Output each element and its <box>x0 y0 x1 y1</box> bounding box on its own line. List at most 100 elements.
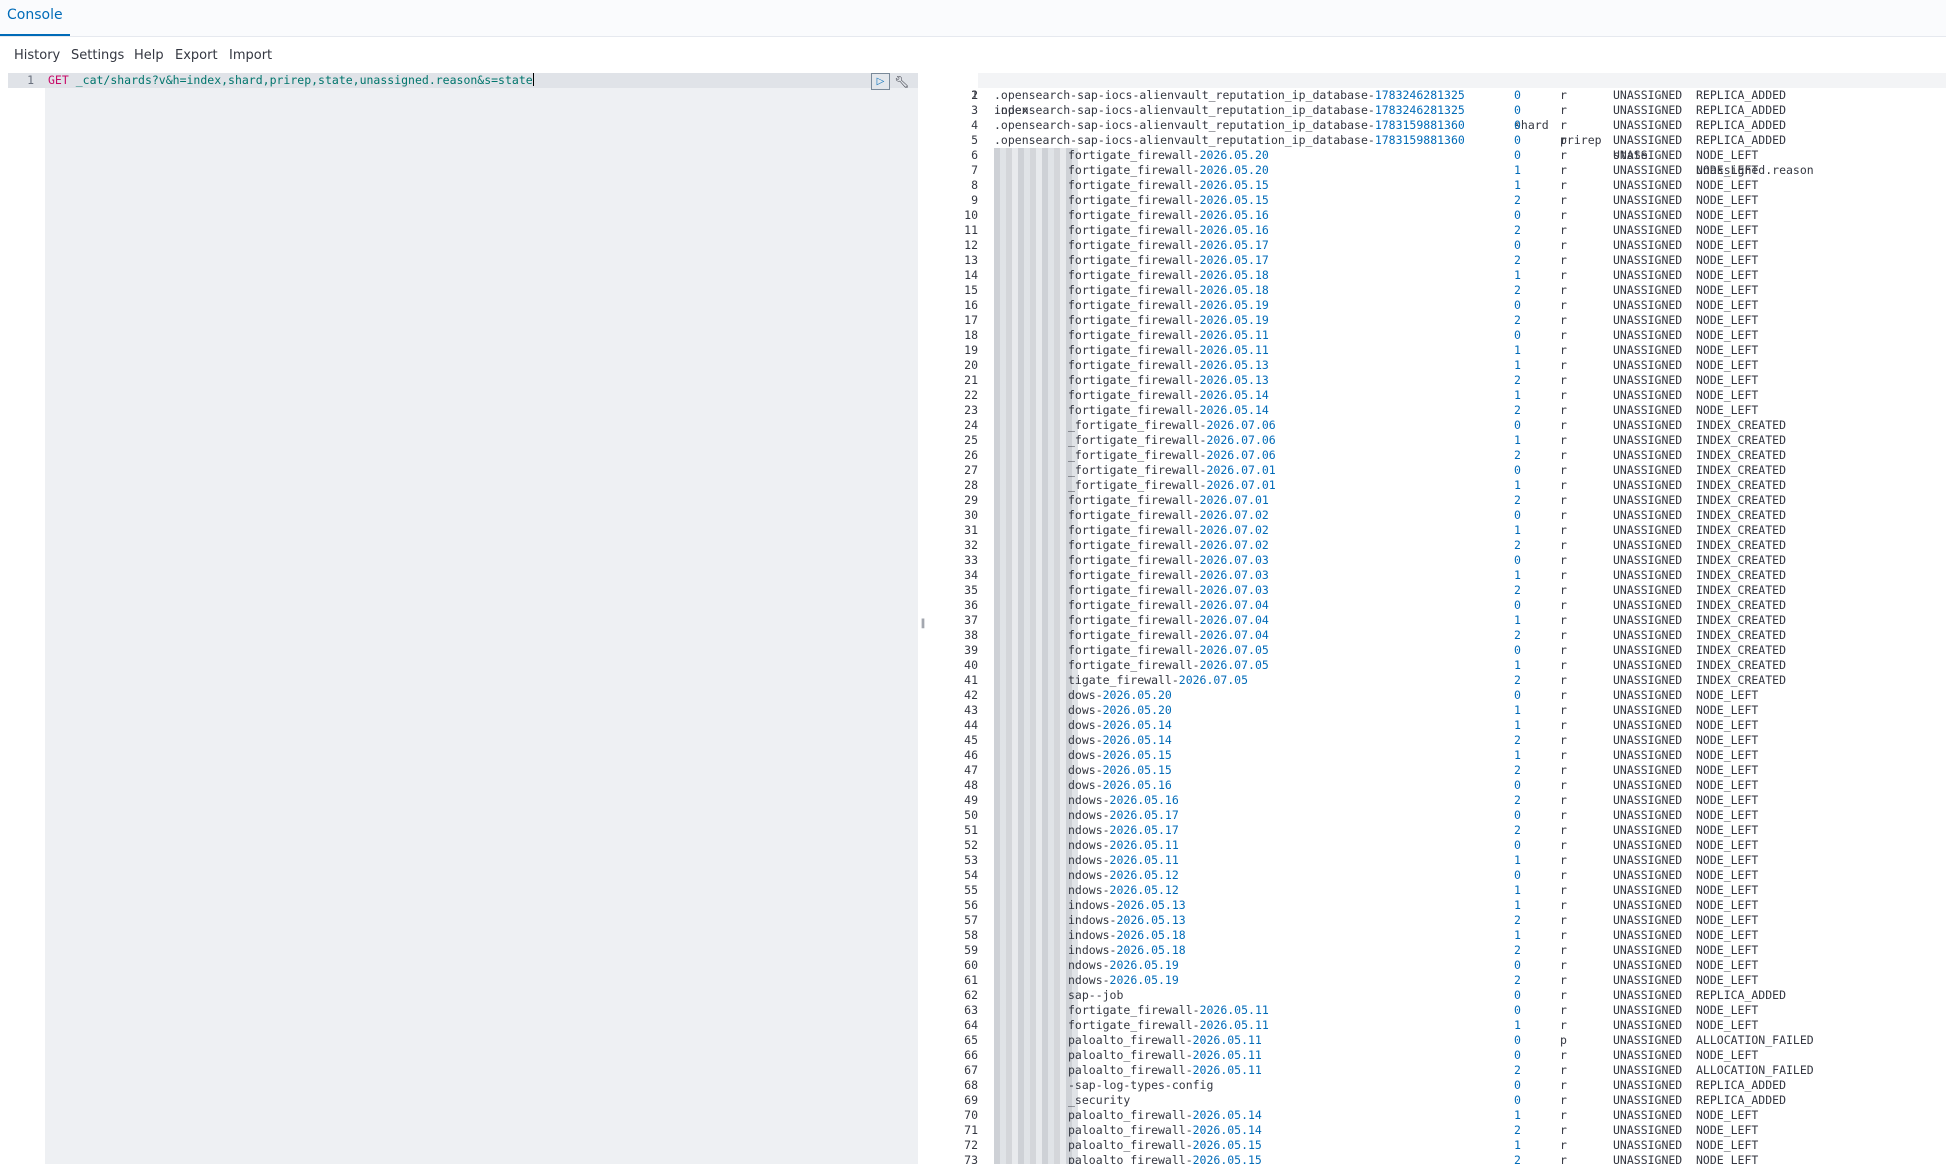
cell-state: UNASSIGNED <box>1613 388 1683 402</box>
table-row: 21 fortigate_firewall-2026.05.13 2 r UNASSIG… <box>928 373 1946 388</box>
cell-prirep: r <box>1560 268 1567 282</box>
table-row: 25 _fortigate_firewall-2026.07.06 1 r UNASSI… <box>928 433 1946 448</box>
menu-import[interactable]: Import <box>229 44 272 68</box>
cell-shard: 0 <box>1514 958 1521 972</box>
index-suffix: 2026.05.16 <box>1102 778 1172 792</box>
cell-shard: 1 <box>1514 703 1521 717</box>
output-line-number: 54 <box>964 868 978 882</box>
output-line-number: 41 <box>964 673 978 687</box>
redacted-block <box>994 628 1078 643</box>
table-row: 72 paloalto_firewall-2026.05.15 1 r UNASSIGN… <box>928 1138 1946 1153</box>
cell-reason: NODE_LEFT <box>1696 688 1759 702</box>
index-suffix: 2026.05.11 <box>1109 838 1179 852</box>
output-line-number: 32 <box>964 538 978 552</box>
cell-shard: 0 <box>1514 463 1521 477</box>
redacted-block <box>994 553 1078 568</box>
redacted-block <box>994 208 1078 223</box>
output-line-number: 13 <box>964 253 978 267</box>
cell-shard: 0 <box>1514 328 1521 342</box>
request-line[interactable]: GET _cat/shards?v&h=index,shard,prirep,s… <box>48 73 534 88</box>
tab-console[interactable]: Console <box>0 0 70 36</box>
cell-state: UNASSIGNED <box>1613 883 1683 897</box>
table-row: 53 ndows-2026.05.11 1 r UNASSIGNED NODE_LEFT <box>928 853 1946 868</box>
index-suffix: 2026.05.20 <box>1199 163 1269 177</box>
menu-export[interactable]: Export <box>175 44 218 68</box>
cell-reason: NODE_LEFT <box>1696 193 1759 207</box>
redacted-block <box>994 1003 1078 1018</box>
table-row: 31 fortigate_firewall-2026.07.02 1 r UNASSIG… <box>928 523 1946 538</box>
cell-state: UNASSIGNED <box>1613 358 1683 372</box>
play-icon[interactable]: ▷ <box>871 73 890 90</box>
cell-state: UNASSIGNED <box>1613 898 1683 912</box>
redacted-block <box>994 868 1078 883</box>
index-suffix: 2026.05.17 <box>1109 808 1179 822</box>
drag-handle-icon[interactable]: ‖ <box>920 618 926 629</box>
pane-resizer[interactable]: ‖ <box>918 73 928 1164</box>
cell-index: fortigate_firewall-2026.05.16 <box>1068 223 1269 237</box>
wrench-icon[interactable]: 🔧︎ <box>894 74 910 90</box>
cell-state: UNASSIGNED <box>1613 778 1683 792</box>
cell-shard: 0 <box>1514 988 1521 1002</box>
cell-prirep: r <box>1560 448 1567 462</box>
cell-state: UNASSIGNED <box>1613 148 1683 162</box>
cell-index: _fortigate_firewall-2026.07.01 <box>1068 463 1276 477</box>
redacted-block <box>994 598 1078 613</box>
cell-state: UNASSIGNED <box>1613 118 1683 132</box>
cell-shard: 2 <box>1514 943 1521 957</box>
cell-prirep: r <box>1560 508 1567 522</box>
index-suffix: 2026.05.11 <box>1109 853 1179 867</box>
redacted-block <box>994 733 1078 748</box>
cell-index: fortigate_firewall-2026.07.02 <box>1068 508 1269 522</box>
table-row: 36 fortigate_firewall-2026.07.04 0 r UNASSIG… <box>928 598 1946 613</box>
redacted-block <box>994 898 1078 913</box>
cell-shard: 0 <box>1514 133 1521 147</box>
index-suffix: 2026.05.16 <box>1199 223 1269 237</box>
menu-history[interactable]: History <box>14 44 60 68</box>
redacted-block <box>994 958 1078 973</box>
table-row: 37 fortigate_firewall-2026.07.04 1 r UNASSIG… <box>928 613 1946 628</box>
cell-index: ndows-2026.05.11 <box>1068 838 1179 852</box>
output-line-number: 6 <box>971 148 978 162</box>
cell-index: fortigate_firewall-2026.05.18 <box>1068 283 1269 297</box>
index-suffix: 2026.05.13 <box>1199 373 1269 387</box>
menu-help[interactable]: Help <box>134 44 164 68</box>
cell-state: UNASSIGNED <box>1613 1048 1683 1062</box>
cell-reason: NODE_LEFT <box>1696 343 1759 357</box>
table-row: 52 ndows-2026.05.11 0 r UNASSIGNED NODE_LEFT <box>928 838 1946 853</box>
index-suffix: 2026.07.06 <box>1206 418 1276 432</box>
table-row: 3 .opensearch-sap-iocs-alienvault_reputat… <box>928 103 1946 118</box>
cell-shard: 2 <box>1514 283 1521 297</box>
table-row: 70 paloalto_firewall-2026.05.14 1 r UNASSIGN… <box>928 1108 1946 1123</box>
request-editor[interactable]: 1 GET _cat/shards?v&h=index,shard,prirep… <box>8 73 918 1164</box>
output-line-number: 31 <box>964 523 978 537</box>
index-suffix: 2026.05.14 <box>1102 733 1172 747</box>
cell-prirep: r <box>1560 523 1567 537</box>
cell-prirep: r <box>1560 673 1567 687</box>
cell-state: UNASSIGNED <box>1613 943 1683 957</box>
table-row: 54 ndows-2026.05.12 0 r UNASSIGNED NODE_LEFT <box>928 868 1946 883</box>
cell-index: paloalto_firewall-2026.05.14 <box>1068 1123 1262 1137</box>
cell-shard: 1 <box>1514 568 1521 582</box>
output-line-number: 60 <box>964 958 978 972</box>
cell-prirep: r <box>1560 88 1567 102</box>
index-suffix: 2026.05.19 <box>1109 958 1179 972</box>
table-row: 2 .opensearch-sap-iocs-alienvault_reputat… <box>928 88 1946 103</box>
cell-reason: REPLICA_ADDED <box>1696 988 1787 1002</box>
redacted-block <box>994 748 1078 763</box>
cell-index: _security <box>1068 1093 1131 1107</box>
cell-reason: REPLICA_ADDED <box>1696 1093 1787 1107</box>
output-line-number: 25 <box>964 433 978 447</box>
response-output[interactable]: 1 index shard prirep state unassigned.re… <box>928 73 1946 1164</box>
cell-prirep: r <box>1560 658 1567 672</box>
cell-index: fortigate_firewall-2026.07.02 <box>1068 523 1269 537</box>
redacted-block <box>994 1033 1078 1048</box>
cell-prirep: r <box>1560 1078 1567 1092</box>
cell-state: UNASSIGNED <box>1613 958 1683 972</box>
cell-index: fortigate_firewall-2026.07.05 <box>1068 643 1269 657</box>
table-row: 63 fortigate_firewall-2026.05.11 0 r UNASSIG… <box>928 1003 1946 1018</box>
redacted-block <box>994 1138 1078 1153</box>
cell-index: -sap-log-types-config <box>1068 1078 1214 1092</box>
output-line-number: 35 <box>964 583 978 597</box>
cell-state: UNASSIGNED <box>1613 523 1683 537</box>
menu-settings[interactable]: Settings <box>71 44 124 68</box>
